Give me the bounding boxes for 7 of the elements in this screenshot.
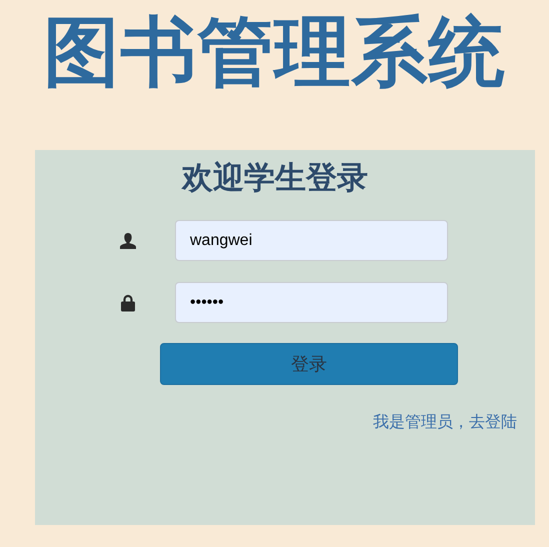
app-title: 图书管理系统 (42, 6, 506, 98)
user-icon (118, 230, 138, 250)
lock-icon (118, 292, 138, 312)
password-field[interactable]: •••••• (175, 282, 448, 323)
login-heading: 欢迎学生登录 (180, 159, 369, 198)
username-field[interactable]: wangwei (175, 220, 448, 261)
admin-login-link[interactable]: 我是管理员，去登陆 (373, 412, 517, 433)
